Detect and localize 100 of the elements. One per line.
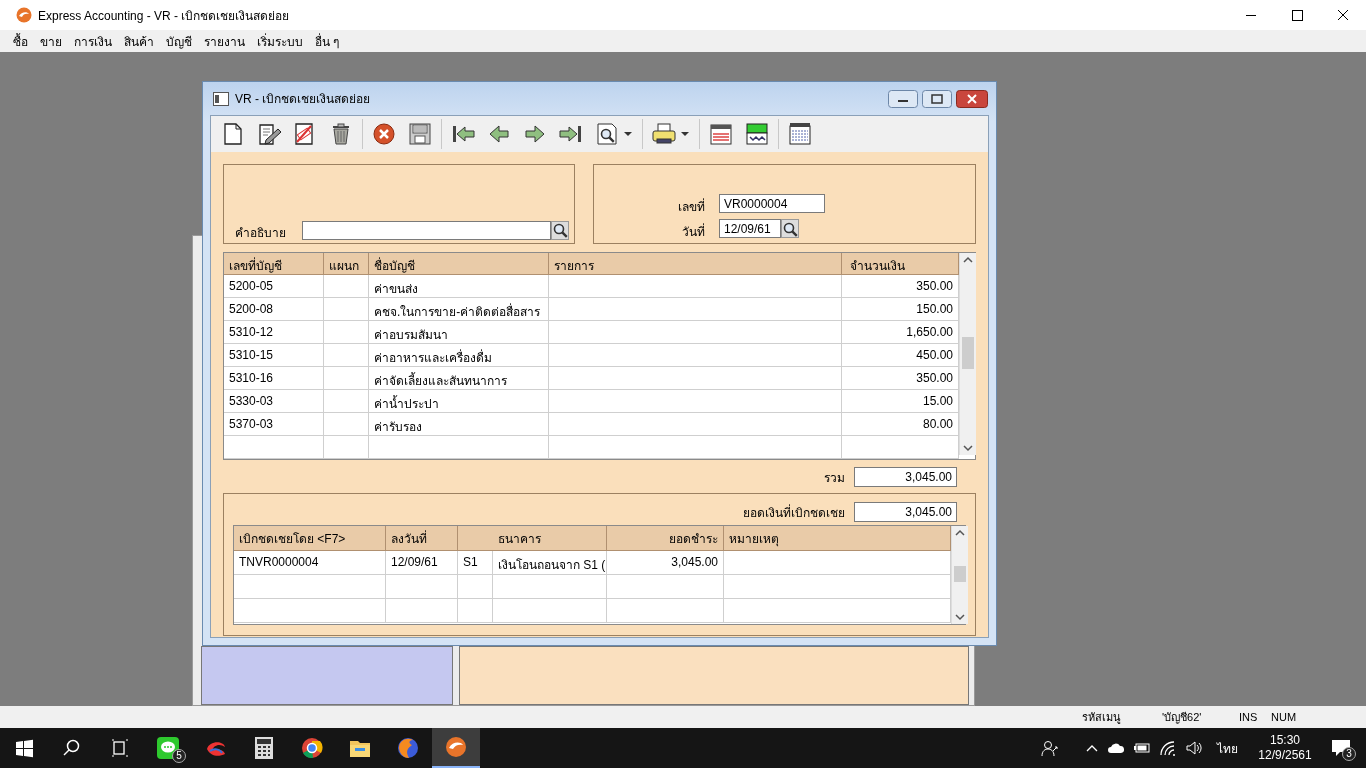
reimbursed-amount-value: 3,045.00: [854, 502, 957, 522]
menu-item[interactable]: สินค้า: [118, 31, 160, 51]
scrollbar-thumb[interactable]: [962, 337, 974, 369]
column-header: ลงวันที่: [386, 526, 458, 551]
window-icon: [213, 91, 229, 106]
menu-item[interactable]: รายงาน: [198, 31, 251, 51]
table-cell: เงินโอนถอนจาก S1 (: [493, 551, 607, 575]
status-text: 'บัญชี62': [1162, 710, 1203, 726]
description-label: คำอธิบาย: [235, 224, 287, 242]
table-cell: 5330-03: [224, 390, 324, 413]
wifi-icon[interactable]: [1159, 740, 1177, 756]
column-header: ธนาคาร: [458, 526, 607, 551]
menu-item[interactable]: เริ่มระบบ: [251, 31, 309, 51]
battery-icon[interactable]: [1133, 741, 1151, 755]
table-cell: ค่าจัดเลี้ยงและสันทนาการ: [369, 367, 549, 390]
table-cell: TNVR0000004: [234, 551, 386, 575]
table-cell: 5310-16: [224, 367, 324, 390]
speaker-icon[interactable]: [1185, 740, 1203, 756]
people-icon[interactable]: [1041, 739, 1059, 757]
browser-icon[interactable]: [301, 737, 323, 759]
magnifier-document-icon[interactable]: [594, 121, 620, 147]
task-view-icon[interactable]: [111, 739, 129, 757]
scrollbar[interactable]: [951, 526, 968, 624]
globe-icon[interactable]: [397, 737, 419, 759]
column-header: ยอดชำระ: [607, 526, 724, 551]
menu-item[interactable]: ขาย: [34, 31, 68, 51]
table-cell: ค่าอบรมสัมนา: [369, 321, 549, 344]
status-text: รหัสเมนู: [1082, 710, 1122, 726]
description-field[interactable]: [302, 220, 551, 240]
edit-document-icon[interactable]: [256, 121, 282, 147]
input-language[interactable]: ไทย: [1217, 738, 1238, 758]
table-cell: 5370-03: [224, 413, 324, 436]
empty-cell: [324, 344, 369, 367]
document-number-label: เลขที่: [677, 197, 705, 216]
column-header: ชื่อบัญชี: [369, 253, 549, 275]
table-cell: 5310-15: [224, 344, 324, 367]
cloud-icon[interactable]: [1107, 741, 1125, 755]
table-cell: 5200-08: [224, 298, 324, 321]
clock[interactable]: 15:30 12/9/2561: [1252, 733, 1318, 763]
notification-badge: 5: [172, 749, 186, 763]
column-header: แผนก: [324, 253, 369, 275]
app-logo-icon[interactable]: [445, 736, 467, 758]
date-label: วันที่: [681, 222, 705, 241]
table-cell: คชจ.ในการขาย-ค่าติดต่อสื่อสาร: [369, 298, 549, 321]
window-title: Express Accounting - VR - เบิกชดเชยเงินสดย่อย: [38, 7, 291, 25]
empty-cell: [386, 599, 458, 623]
table-cell: 5200-05: [224, 275, 324, 298]
printer-icon[interactable]: [651, 121, 677, 147]
notification-badge: 3: [1342, 747, 1356, 761]
dialog-title: VR - เบิกชดเชยเงินสดย่อย: [235, 91, 372, 108]
scrollbar-thumb[interactable]: [954, 566, 966, 582]
document-number-field[interactable]: VR0000004: [719, 194, 825, 213]
empty-cell: [324, 390, 369, 413]
cancel-icon[interactable]: [371, 121, 397, 147]
table-cell: ค่ารับรอง: [369, 413, 549, 436]
clock-time: 15:30: [1270, 733, 1300, 748]
calculator-icon[interactable]: [253, 737, 275, 759]
start-icon[interactable]: [15, 738, 33, 758]
save-icon[interactable]: [407, 121, 433, 147]
search-icon[interactable]: [63, 739, 81, 757]
empty-cell: [324, 321, 369, 344]
empty-cell: [324, 275, 369, 298]
empty-cell: [324, 298, 369, 321]
menu-item[interactable]: บัญชี: [160, 31, 198, 51]
table-cell: 3,045.00: [607, 551, 724, 575]
total-value: 3,045.00: [854, 467, 957, 487]
date-picker-button[interactable]: [781, 219, 799, 238]
empty-cell: [324, 413, 369, 436]
column-header: รายการ: [549, 253, 842, 275]
empty-cell: [324, 367, 369, 390]
menu-item[interactable]: ซื้อ: [7, 31, 34, 51]
ledger-icon[interactable]: [708, 121, 734, 147]
column-header: จำนวนเงิน: [842, 253, 959, 275]
table-cell: 5310-12: [224, 321, 324, 344]
reimbursed-amount-label: ยอดเงินที่เบิกชดเชย: [743, 503, 845, 522]
total-label: รวม: [824, 469, 845, 487]
table-cell: ค่าน้ำประปา: [369, 390, 549, 413]
clock-date: 12/9/2561: [1258, 748, 1312, 763]
status-text: NUM: [1271, 711, 1298, 723]
status-text: INS: [1239, 711, 1259, 723]
restore-icon[interactable]: [922, 89, 952, 108]
table-cell: ค่าขนส่ง: [369, 275, 549, 298]
minimize-icon[interactable]: [888, 89, 918, 108]
menu-item[interactable]: การเงิน: [68, 31, 118, 51]
menu-item[interactable]: อื่น ๆ: [309, 31, 346, 51]
column-header: เบิกชดเชยโดย <F7>: [234, 526, 386, 551]
table-cell: 12/09/61: [386, 551, 458, 575]
search-button[interactable]: [551, 220, 569, 240]
form-grid-icon[interactable]: [787, 121, 813, 147]
empty-cell: [386, 575, 458, 599]
date-field[interactable]: 12/09/61: [719, 219, 781, 238]
empty-cell: [324, 436, 369, 459]
table-cell: S1: [458, 551, 493, 575]
table-cell: ค่าอาหารและเครื่องดื่ม: [369, 344, 549, 367]
empty-cell: [458, 575, 493, 599]
column-header: เลขที่บัญชี: [224, 253, 324, 275]
empty-cell: [458, 599, 493, 623]
close-icon[interactable]: [956, 89, 988, 108]
scrollbar[interactable]: [959, 253, 976, 455]
labeled-document-icon[interactable]: [744, 121, 770, 147]
